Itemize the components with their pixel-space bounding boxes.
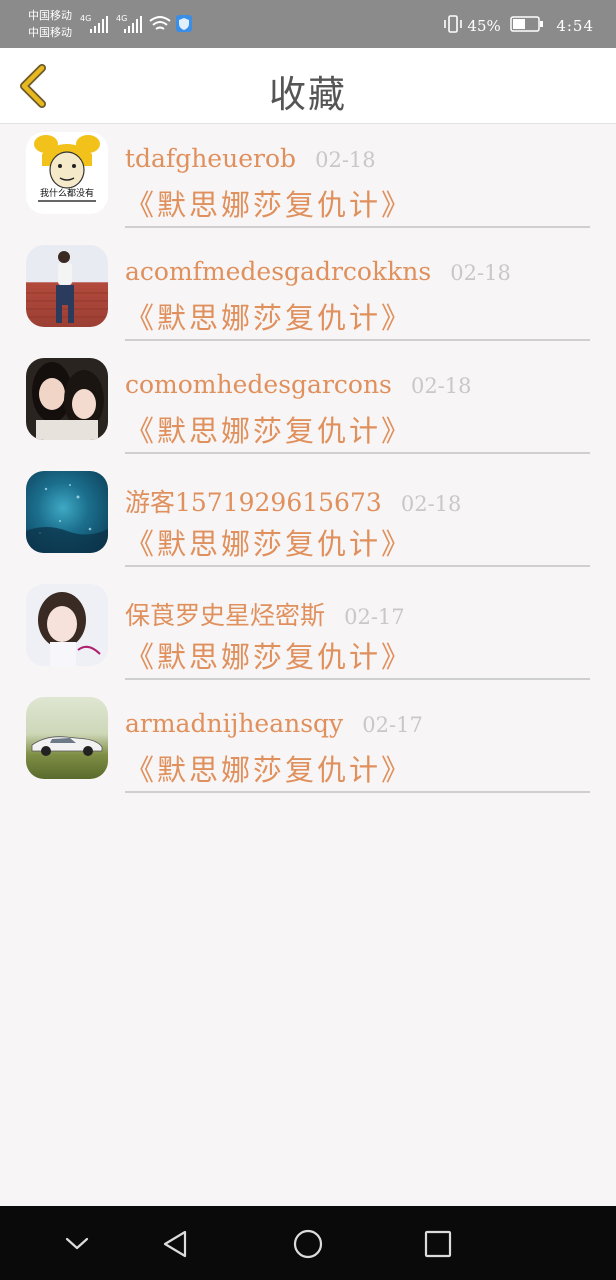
chevron-down-icon [65, 1237, 89, 1250]
username: acomfmedesgadrcokkns [125, 257, 432, 286]
collapse-button[interactable] [57, 1224, 97, 1264]
vibrate-icon [443, 14, 463, 38]
recents-square-icon [424, 1230, 452, 1258]
avatar: 我什么都没有 [26, 132, 108, 214]
signal-1-icon [90, 16, 108, 33]
network-2-label: 4G [116, 14, 127, 23]
avatar [26, 584, 108, 666]
back-triangle-icon [163, 1230, 187, 1258]
list-item[interactable]: comomhedesgarcons 02-18 《默思娜莎复仇计》 [0, 350, 616, 463]
back-nav-button[interactable] [156, 1224, 196, 1264]
date: 02-18 [400, 492, 462, 516]
wifi-icon [149, 16, 171, 30]
carrier-1: 中国移动 [28, 9, 72, 22]
avatar [26, 358, 108, 440]
username: comomhedesgarcons [125, 370, 392, 399]
date: 02-18 [450, 261, 511, 285]
avatar [26, 471, 108, 553]
battery-icon [509, 15, 544, 37]
username: 保莨罗史星烃密斯 [125, 601, 326, 630]
list-item[interactable]: acomfmedesgadrcokkns 02-18 《默思娜莎复仇计》 [0, 237, 616, 350]
divider [125, 452, 590, 454]
navigation-bar [0, 1206, 616, 1280]
username: armadnijheansqy [125, 709, 344, 738]
clock: 4:54 [556, 17, 594, 35]
username: 游客1571929615673 [125, 488, 382, 517]
username: tdafgheuerob [125, 144, 297, 173]
divider [125, 791, 590, 793]
list-item[interactable]: armadnijheansqy 02-17 《默思娜莎复仇计》 [0, 689, 616, 802]
status-right: 45% 4:54 [443, 14, 594, 36]
divider [125, 226, 590, 228]
network-1-label: 4G [80, 14, 91, 23]
book-title: 《默思娜莎复仇计》 [125, 188, 414, 222]
date: 02-18 [315, 148, 376, 172]
list-item[interactable]: 保莨罗史星烃密斯 02-17 《默思娜莎复仇计》 [0, 576, 616, 689]
book-title: 《默思娜莎复仇计》 [125, 527, 414, 561]
divider [125, 565, 590, 567]
avatar-caption: 我什么都没有 [40, 187, 94, 199]
avatar [26, 245, 108, 327]
date: 02-17 [344, 605, 405, 629]
favorites-list: 我什么都没有 tdafgheuerob 02-18 《默思娜莎复仇计》 acom… [0, 124, 616, 802]
home-button[interactable] [288, 1224, 328, 1264]
signal-wifi-icons: 4G 4G [80, 14, 192, 33]
shield-icon [176, 15, 192, 32]
divider [125, 678, 590, 680]
carrier-2: 中国移动 [28, 26, 72, 39]
date: 02-18 [410, 374, 472, 398]
book-title: 《默思娜莎复仇计》 [125, 301, 414, 335]
list-item[interactable]: 游客1571929615673 02-18 《默思娜莎复仇计》 [0, 463, 616, 576]
carrier-info: 中国移动 中国移动 [28, 7, 72, 41]
recents-button[interactable] [418, 1224, 458, 1264]
home-circle-icon [293, 1229, 323, 1259]
avatar [26, 697, 108, 779]
book-title: 《默思娜莎复仇计》 [125, 753, 414, 787]
book-title: 《默思娜莎复仇计》 [125, 414, 414, 448]
book-title: 《默思娜莎复仇计》 [125, 640, 414, 674]
header: 收藏 [0, 48, 616, 124]
battery-percent: 45% [467, 17, 501, 35]
page-title: 收藏 [269, 73, 347, 116]
date: 02-17 [362, 713, 423, 737]
status-bar: 中国移动 中国移动 4G 4G 45% 4:54 [0, 0, 616, 48]
list-item[interactable]: 我什么都没有 tdafgheuerob 02-18 《默思娜莎复仇计》 [0, 124, 616, 237]
divider [125, 339, 590, 341]
